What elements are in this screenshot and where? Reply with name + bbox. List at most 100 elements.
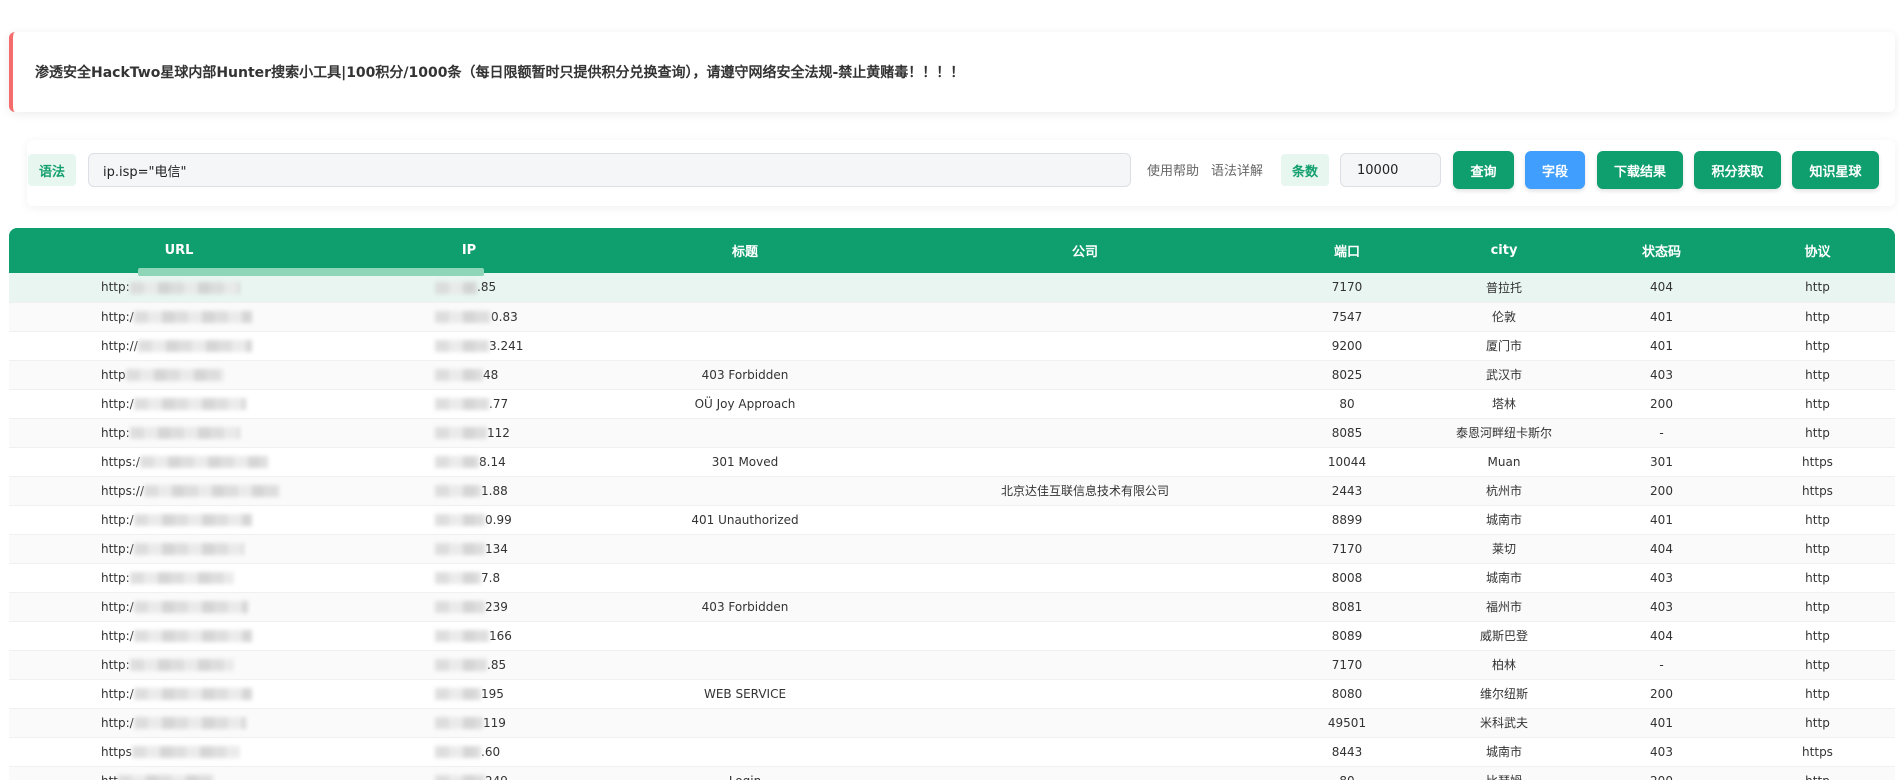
table-row[interactable]: http: .85 7170 普拉托 404 http [9, 273, 1895, 303]
cell-url[interactable]: http:/ [9, 708, 349, 738]
cell-status: - [1583, 418, 1740, 448]
cell-url[interactable]: http:/ [9, 592, 349, 622]
table-row[interactable]: https://1.88 北京达佳互联信息技术有限公司 2443 杭州市 200 http… [9, 476, 1895, 506]
cell-status: 401 [1583, 302, 1740, 332]
redacted-mask [435, 456, 479, 468]
planet-button[interactable]: 知识星球 [1792, 151, 1879, 189]
table-row[interactable]: http 48 403 Forbidden 8025 武汉市 403 http [9, 360, 1895, 390]
table-row[interactable]: http:/0.99 401 Unauthorized 8899 城南市 401 http [9, 505, 1895, 535]
column-header-port[interactable]: 端口 [1269, 228, 1425, 273]
cell-url[interactable]: htt [9, 766, 349, 780]
horizontal-scroll-indicator[interactable] [138, 268, 484, 276]
count-input[interactable] [1340, 153, 1441, 187]
cell-status: 403 [1583, 737, 1740, 767]
cell-protocol: http [1740, 592, 1895, 622]
column-header-city[interactable]: city [1425, 228, 1583, 273]
download-button[interactable]: 下载结果 [1597, 151, 1683, 189]
cell-url[interactable]: http:// [9, 331, 349, 361]
cell-port: 8443 [1269, 737, 1425, 767]
cell-url[interactable]: http: [9, 650, 349, 680]
column-header-ip[interactable]: IP [349, 228, 589, 273]
cell-city: 柏林 [1425, 650, 1583, 680]
cell-url[interactable]: http:/ [9, 302, 349, 332]
column-header-title[interactable]: 标题 [589, 228, 901, 273]
cell-url[interactable]: http: [9, 563, 349, 593]
cell-url[interactable]: http: [9, 273, 349, 303]
cell-title [589, 737, 901, 767]
table-row[interactable]: http: .85 7170 柏林 - http [9, 650, 1895, 680]
redacted-mask [133, 601, 248, 613]
query-input[interactable] [88, 153, 1131, 187]
cell-ip: 8.14 [349, 447, 589, 477]
cell-protocol: http [1740, 389, 1895, 419]
cell-ip: 1.88 [349, 476, 589, 506]
table-row[interactable]: http:/239 403 Forbidden 8081 福州市 403 http [9, 592, 1895, 622]
cell-url[interactable]: http:/ [9, 505, 349, 535]
cell-company [901, 331, 1269, 361]
cell-company [901, 389, 1269, 419]
cell-url[interactable]: https:// [9, 476, 349, 506]
cell-title: Login [589, 766, 901, 780]
cell-url[interactable]: http:/ [9, 679, 349, 709]
cell-protocol: https [1740, 476, 1895, 506]
table-row[interactable]: http:/119 49501 米科武夫 401 http [9, 708, 1895, 738]
cell-port: 8080 [1269, 679, 1425, 709]
cell-protocol: http [1740, 563, 1895, 593]
syntax-help-link[interactable]: 语法详解 [1211, 160, 1263, 179]
cell-port: 49501 [1269, 708, 1425, 738]
cell-url[interactable]: http [9, 360, 349, 390]
cell-status: 403 [1583, 592, 1740, 622]
cell-ip: .85 [349, 273, 589, 303]
cell-url[interactable]: http:/ [9, 534, 349, 564]
redacted-mask [133, 398, 246, 410]
cell-url[interactable]: https [9, 737, 349, 767]
cell-ip: 166 [349, 621, 589, 651]
column-header-url[interactable]: URL [9, 228, 349, 273]
fields-button[interactable]: 字段 [1525, 151, 1585, 189]
results-table: URL IP 标题 公司 端口 city 状态码 协议 http: .85 7170… [9, 228, 1895, 780]
redacted-mask [129, 427, 240, 439]
cell-company [901, 737, 1269, 767]
column-header-status[interactable]: 状态码 [1583, 228, 1740, 273]
column-header-company[interactable]: 公司 [901, 228, 1269, 273]
syntax-label: 语法 [28, 154, 76, 186]
table-row[interactable]: http://3.241 9200 厦门市 401 http [9, 331, 1895, 361]
cell-status: 404 [1583, 621, 1740, 651]
help-link[interactable]: 使用帮助 [1147, 160, 1199, 179]
query-button[interactable]: 查询 [1453, 151, 1514, 189]
redacted-mask [129, 659, 234, 671]
table-row[interactable]: http: 7.8 8008 城南市 403 http [9, 563, 1895, 593]
points-button[interactable]: 积分获取 [1694, 151, 1781, 189]
table-row[interactable]: http: 112 8085 泰恩河畔纽卡斯尔 - http [9, 418, 1895, 448]
cell-ip: .60 [349, 737, 589, 767]
redacted-mask [435, 311, 491, 323]
column-header-protocol[interactable]: 协议 [1740, 228, 1895, 273]
cell-status: 200 [1583, 389, 1740, 419]
cell-ip: 112 [349, 418, 589, 448]
table-row[interactable]: http:/166 8089 威斯巴登 404 http [9, 621, 1895, 651]
redacted-mask [435, 340, 489, 352]
cell-protocol: http [1740, 534, 1895, 564]
table-row[interactable]: http:/134 7170 莱切 404 http [9, 534, 1895, 564]
notice-banner: 渗透安全HackTwo星球内部Hunter搜索小工具|100积分/1000条（每… [9, 32, 1895, 112]
table-row[interactable]: htt249Login 80比瑟姆200http [9, 766, 1895, 780]
redacted-mask [435, 659, 487, 671]
redacted-mask [118, 775, 215, 780]
redacted-mask [435, 543, 485, 555]
cell-company [901, 273, 1269, 303]
notice-text: 渗透安全HackTwo星球内部Hunter搜索小工具|100积分/1000条（每… [35, 65, 965, 81]
cell-url[interactable]: http:/ [9, 621, 349, 651]
table-row[interactable]: http:/.77 OÜ Joy Approach 80 塔林 200 http [9, 389, 1895, 419]
table-row[interactable]: https .60 8443 城南市 403 https [9, 737, 1895, 767]
redacted-mask [133, 543, 244, 555]
cell-url[interactable]: https:/ [9, 447, 349, 477]
cell-city: 比瑟姆 [1425, 766, 1583, 780]
table-row[interactable]: http:/0.83 7547 伦敦 401 http [9, 302, 1895, 332]
cell-url[interactable]: http:/ [9, 389, 349, 419]
cell-city: 厦门市 [1425, 331, 1583, 361]
table-row[interactable]: https:/8.14 301 Moved 10044 Muan 301 https [9, 447, 1895, 477]
cell-city: 福州市 [1425, 592, 1583, 622]
cell-title [589, 650, 901, 680]
cell-url[interactable]: http: [9, 418, 349, 448]
table-row[interactable]: http:/195 WEB SERVICE 8080 维尔纽斯 200 http [9, 679, 1895, 709]
